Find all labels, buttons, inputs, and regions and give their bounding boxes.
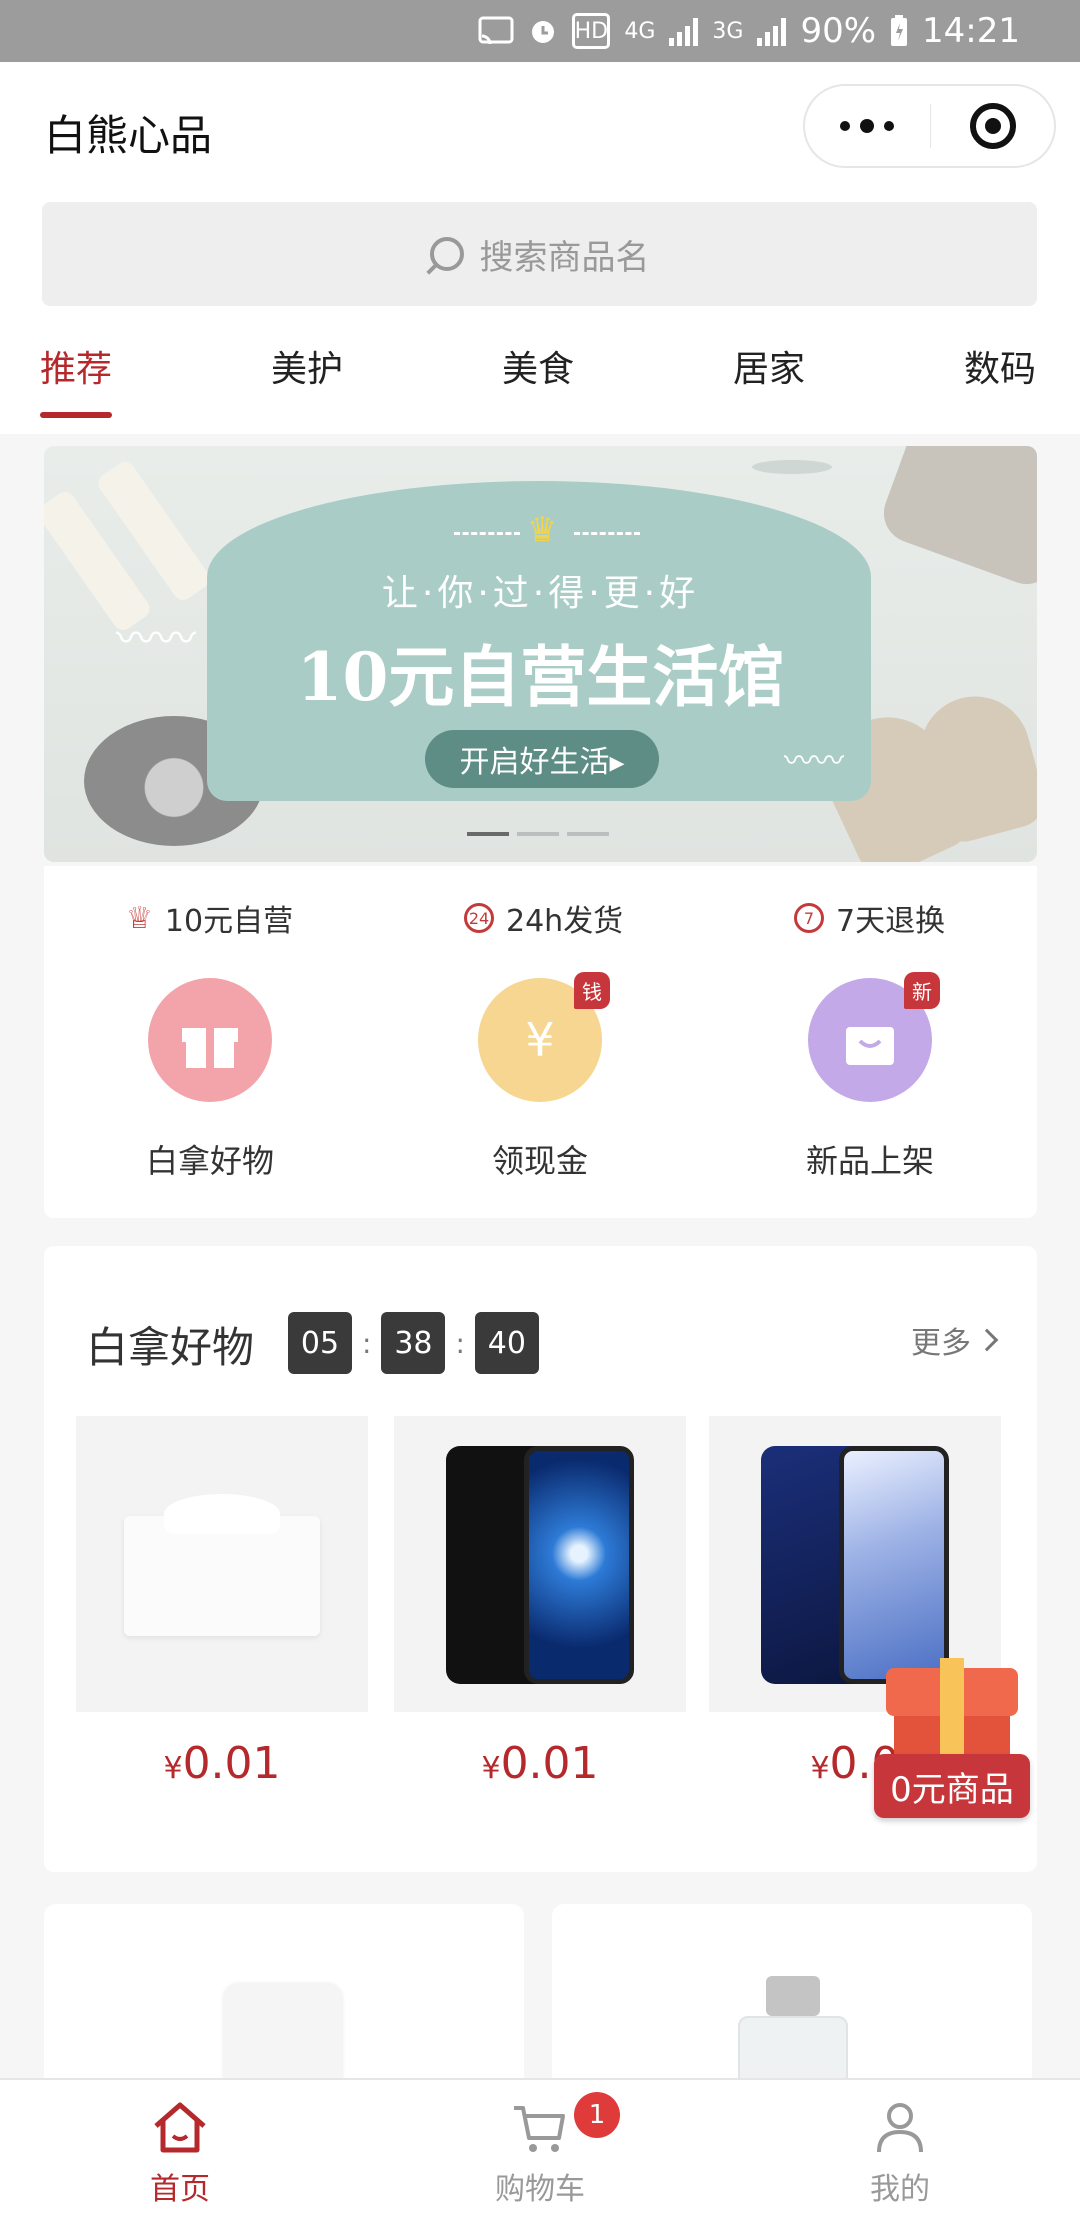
banner-cta-button[interactable]: 开启好生活▸ <box>425 730 659 788</box>
search-input[interactable]: 搜索商品名 <box>42 202 1037 306</box>
promise-label: 7天退换 <box>836 904 946 939</box>
battery-percent: 90% <box>800 11 877 51</box>
tab-home[interactable]: 居家 <box>733 340 805 392</box>
nav-home[interactable]: 首页 <box>80 2098 280 2208</box>
entry-label: 新品上架 <box>805 1142 934 1180</box>
title-bar: 白熊心品 <box>0 62 1080 192</box>
crown-line-left <box>454 532 520 535</box>
promo-banner[interactable]: ♛ 〰〰 〰〰 让·你·过·得·更·好 10元自营生活馆 开启好生活▸ <box>44 446 1037 862</box>
float-badge-label: 0元商品 <box>874 1754 1030 1818</box>
signal-icon-2 <box>757 16 787 46</box>
miniprogram-capsule <box>803 84 1056 168</box>
countdown-timer: 05 : 38 : 40 <box>288 1312 539 1374</box>
network-3g-label: 3G <box>712 18 744 44</box>
active-tab-indicator <box>40 412 112 418</box>
app-title: 白熊心品 <box>44 111 213 160</box>
product-price: ¥0.01 <box>481 1738 599 1789</box>
battery-icon <box>890 13 908 49</box>
nav-label: 购物车 <box>495 2172 585 2207</box>
cast-icon <box>478 13 514 49</box>
product-image-tissue <box>76 1416 368 1712</box>
search-placeholder: 搜索商品名 <box>479 237 650 278</box>
category-tabs: 推荐 美护 美食 居家 数码 <box>0 322 1080 434</box>
promise-self-run: ♕ 10元自营 <box>126 896 293 940</box>
nav-label: 我的 <box>870 2172 930 2207</box>
24h-icon: 24 <box>464 903 494 933</box>
promise-24h: 24 24h发货 <box>464 896 623 940</box>
entry-label: 白拿好物 <box>145 1142 274 1180</box>
feature-card: ♕ 10元自营 24 24h发货 7 7天退换 白拿好物 ¥ 钱 领现金 新 新… <box>44 866 1037 1218</box>
search-icon <box>429 237 464 271</box>
chevron-right-icon <box>975 1328 999 1352</box>
tab-digital[interactable]: 数码 <box>964 340 1036 392</box>
home-icon <box>150 2098 210 2156</box>
lamp-image <box>752 460 832 474</box>
product-card[interactable]: ¥0.01 <box>394 1416 686 1789</box>
search-section: 搜索商品名 <box>0 192 1080 322</box>
tab-food[interactable]: 美食 <box>502 340 574 392</box>
promise-label: 10元自营 <box>164 904 294 939</box>
close-miniprogram-button[interactable] <box>931 86 1054 166</box>
network-4g-label: 4G <box>624 18 656 44</box>
countdown-seconds: 40 <box>474 1312 539 1374</box>
product-image-honor-phone <box>394 1416 686 1712</box>
yen-glyph: ¥ <box>525 1013 555 1067</box>
bag-icon: 新 <box>808 972 940 1102</box>
entry-label: 领现金 <box>491 1142 588 1180</box>
promise-label: 24h发货 <box>506 904 624 939</box>
alarm-icon <box>528 13 558 49</box>
promise-7day: 7 7天退换 <box>794 896 945 940</box>
user-icon <box>870 2098 930 2156</box>
entry-new-arrivals[interactable]: 新 新品上架 <box>780 972 960 1182</box>
product-card[interactable]: ¥0.01 <box>76 1416 368 1789</box>
section-title: 白拿好物 <box>86 1323 255 1372</box>
bottom-nav: 首页 购物车 1 我的 <box>0 2078 1080 2220</box>
clock: 14:21 <box>922 11 1020 51</box>
gift-icon <box>148 978 272 1102</box>
nav-label: 首页 <box>150 2172 210 2207</box>
more-menu-button[interactable] <box>805 86 930 166</box>
signal-icon <box>669 16 699 46</box>
product-card[interactable] <box>552 1904 1032 2104</box>
7day-icon: 7 <box>794 903 824 933</box>
crown-icon: ♛ <box>527 510 558 550</box>
countdown-separator: : <box>455 1326 465 1360</box>
countdown-hours: 05 <box>288 1312 352 1374</box>
banner-headline: 10元自营生活馆 <box>296 638 785 716</box>
cash-tag-badge: 钱 <box>574 972 610 1009</box>
product-price: ¥0.01 <box>163 1738 281 1789</box>
hd-icon: HD <box>572 13 611 49</box>
nav-profile[interactable]: 我的 <box>800 2098 1000 2208</box>
coin-icon: ¥ 钱 <box>478 972 610 1102</box>
tab-recommend[interactable]: 推荐 <box>40 340 112 392</box>
more-label: 更多 <box>911 1326 971 1361</box>
entry-free-goods[interactable]: 白拿好物 <box>120 978 300 1182</box>
more-link[interactable]: 更多 <box>911 1318 999 1362</box>
wave-decoration-2: 〰〰 <box>784 744 844 779</box>
crown-icon: ♕ <box>126 900 153 936</box>
carousel-dot <box>567 832 609 836</box>
crown-line-right <box>574 532 640 535</box>
zero-price-float-button[interactable]: 0元商品 <box>874 1658 1030 1818</box>
cart-icon <box>510 2098 570 2156</box>
tab-beauty[interactable]: 美护 <box>271 340 343 392</box>
carousel-dot <box>517 832 559 836</box>
status-bar: HD 4G 3G 90% 14:21 <box>0 0 1080 62</box>
product-card[interactable] <box>44 1904 524 2104</box>
carousel-indicator <box>467 832 609 836</box>
entry-cash[interactable]: ¥ 钱 领现金 <box>450 972 630 1182</box>
carousel-dot <box>467 832 509 836</box>
countdown-separator: : <box>362 1326 372 1360</box>
new-tag-badge: 新 <box>904 972 940 1009</box>
countdown-minutes: 38 <box>381 1312 446 1374</box>
target-icon <box>969 103 1016 149</box>
banner-slogan: 让·你·过·得·更·好 <box>381 573 700 614</box>
cart-count-badge: 1 <box>574 2092 620 2138</box>
